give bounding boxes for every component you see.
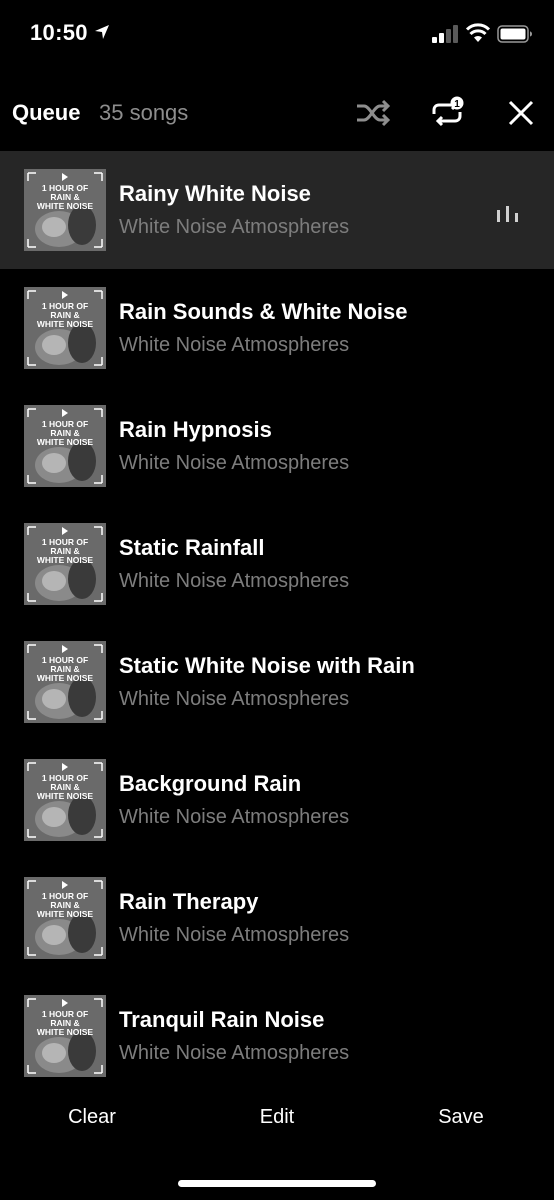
location-arrow-icon — [95, 25, 109, 39]
queue-song-row[interactable]: 1 HOUR OF RAIN & WHITE NOISE Tranquil Ra… — [0, 977, 554, 1095]
album-art-text-line3: WHITE NOISE — [37, 909, 94, 919]
song-artist: White Noise Atmospheres — [119, 806, 350, 828]
close-icon — [508, 100, 534, 126]
album-art: 1 HOUR OF RAIN & WHITE NOISE — [24, 523, 106, 605]
equalizer-icon — [497, 206, 518, 222]
save-button[interactable]: Save — [401, 1106, 521, 1129]
song-artist: White Noise Atmospheres — [119, 216, 350, 238]
queue-song-list: 1 HOUR OF RAIN & WHITE NOISE Rainy White… — [0, 151, 554, 1095]
album-art: 1 HOUR OF RAIN & WHITE NOISE — [24, 995, 106, 1077]
song-title: Tranquil Rain Noise — [119, 1007, 325, 1032]
status-time: 10:50 — [30, 20, 88, 45]
queue-song-row[interactable]: 1 HOUR OF RAIN & WHITE NOISE Rain Hypnos… — [0, 387, 554, 505]
home-indicator[interactable] — [178, 1180, 376, 1187]
song-title: Rain Sounds & White Noise — [119, 299, 408, 324]
queue-song-row-current[interactable]: 1 HOUR OF RAIN & WHITE NOISE Rainy White… — [0, 151, 554, 269]
repeat-badge: 1 — [454, 99, 460, 110]
album-art-text-line3: WHITE NOISE — [37, 437, 94, 447]
song-title: Static Rainfall — [119, 535, 265, 560]
queue-song-row[interactable]: 1 HOUR OF RAIN & WHITE NOISE Rain Therap… — [0, 859, 554, 977]
clear-button[interactable]: Clear — [32, 1106, 152, 1129]
queue-header: Queue 35 songs 1 — [0, 80, 554, 146]
song-title: Background Rain — [119, 771, 302, 796]
album-art-text-line3: WHITE NOISE — [37, 1027, 94, 1037]
battery-icon — [497, 25, 532, 43]
album-art-text-line3: WHITE NOISE — [37, 201, 94, 211]
album-art-text-line3: WHITE NOISE — [37, 791, 94, 801]
wifi-icon — [466, 23, 490, 42]
song-artist: White Noise Atmospheres — [119, 570, 350, 592]
album-art: 1 HOUR OF RAIN & WHITE NOISE — [24, 287, 106, 369]
album-art: 1 HOUR OF RAIN & WHITE NOISE — [24, 641, 106, 723]
song-title: Rain Hypnosis — [119, 417, 272, 442]
song-artist: White Noise Atmospheres — [119, 688, 350, 710]
album-art: 1 HOUR OF RAIN & WHITE NOISE — [24, 405, 106, 487]
queue-song-row[interactable]: 1 HOUR OF RAIN & WHITE NOISE Rain Sounds… — [0, 269, 554, 387]
repeat-one-button[interactable]: 1 — [428, 94, 466, 132]
song-title: Static White Noise with Rain — [119, 653, 415, 678]
song-title: Rain Therapy — [119, 889, 259, 914]
queue-title: Queue — [12, 100, 81, 125]
song-title: Rainy White Noise — [119, 181, 311, 206]
album-art: 1 HOUR OF RAIN & WHITE NOISE — [24, 759, 106, 841]
queue-song-row[interactable]: 1 HOUR OF RAIN & WHITE NOISE Background … — [0, 741, 554, 859]
queue-song-row[interactable]: 1 HOUR OF RAIN & WHITE NOISE Static Whit… — [0, 623, 554, 741]
shuffle-button[interactable] — [354, 94, 392, 132]
song-artist: White Noise Atmospheres — [119, 924, 350, 946]
album-art: 1 HOUR OF RAIN & WHITE NOISE — [24, 877, 106, 959]
song-artist: White Noise Atmospheres — [119, 1042, 350, 1064]
queue-song-count: 35 songs — [99, 100, 189, 125]
edit-button[interactable]: Edit — [217, 1106, 337, 1129]
song-artist: White Noise Atmospheres — [119, 452, 350, 474]
album-art: 1 HOUR OF RAIN & WHITE NOISE — [24, 169, 106, 251]
repeat-one-icon: 1 — [432, 96, 464, 127]
song-artist: White Noise Atmospheres — [119, 334, 350, 356]
shuffle-icon — [357, 99, 391, 127]
status-bar: 10:50 — [0, 0, 554, 70]
queue-footer: Clear Edit Save — [0, 1086, 554, 1150]
close-button[interactable] — [502, 94, 540, 132]
cellular-signal-icon — [432, 25, 458, 43]
album-art-text-line3: WHITE NOISE — [37, 555, 94, 565]
album-art-text-line3: WHITE NOISE — [37, 319, 94, 329]
album-art-text-line3: WHITE NOISE — [37, 673, 94, 683]
queue-song-row[interactable]: 1 HOUR OF RAIN & WHITE NOISE Static Rain… — [0, 505, 554, 623]
